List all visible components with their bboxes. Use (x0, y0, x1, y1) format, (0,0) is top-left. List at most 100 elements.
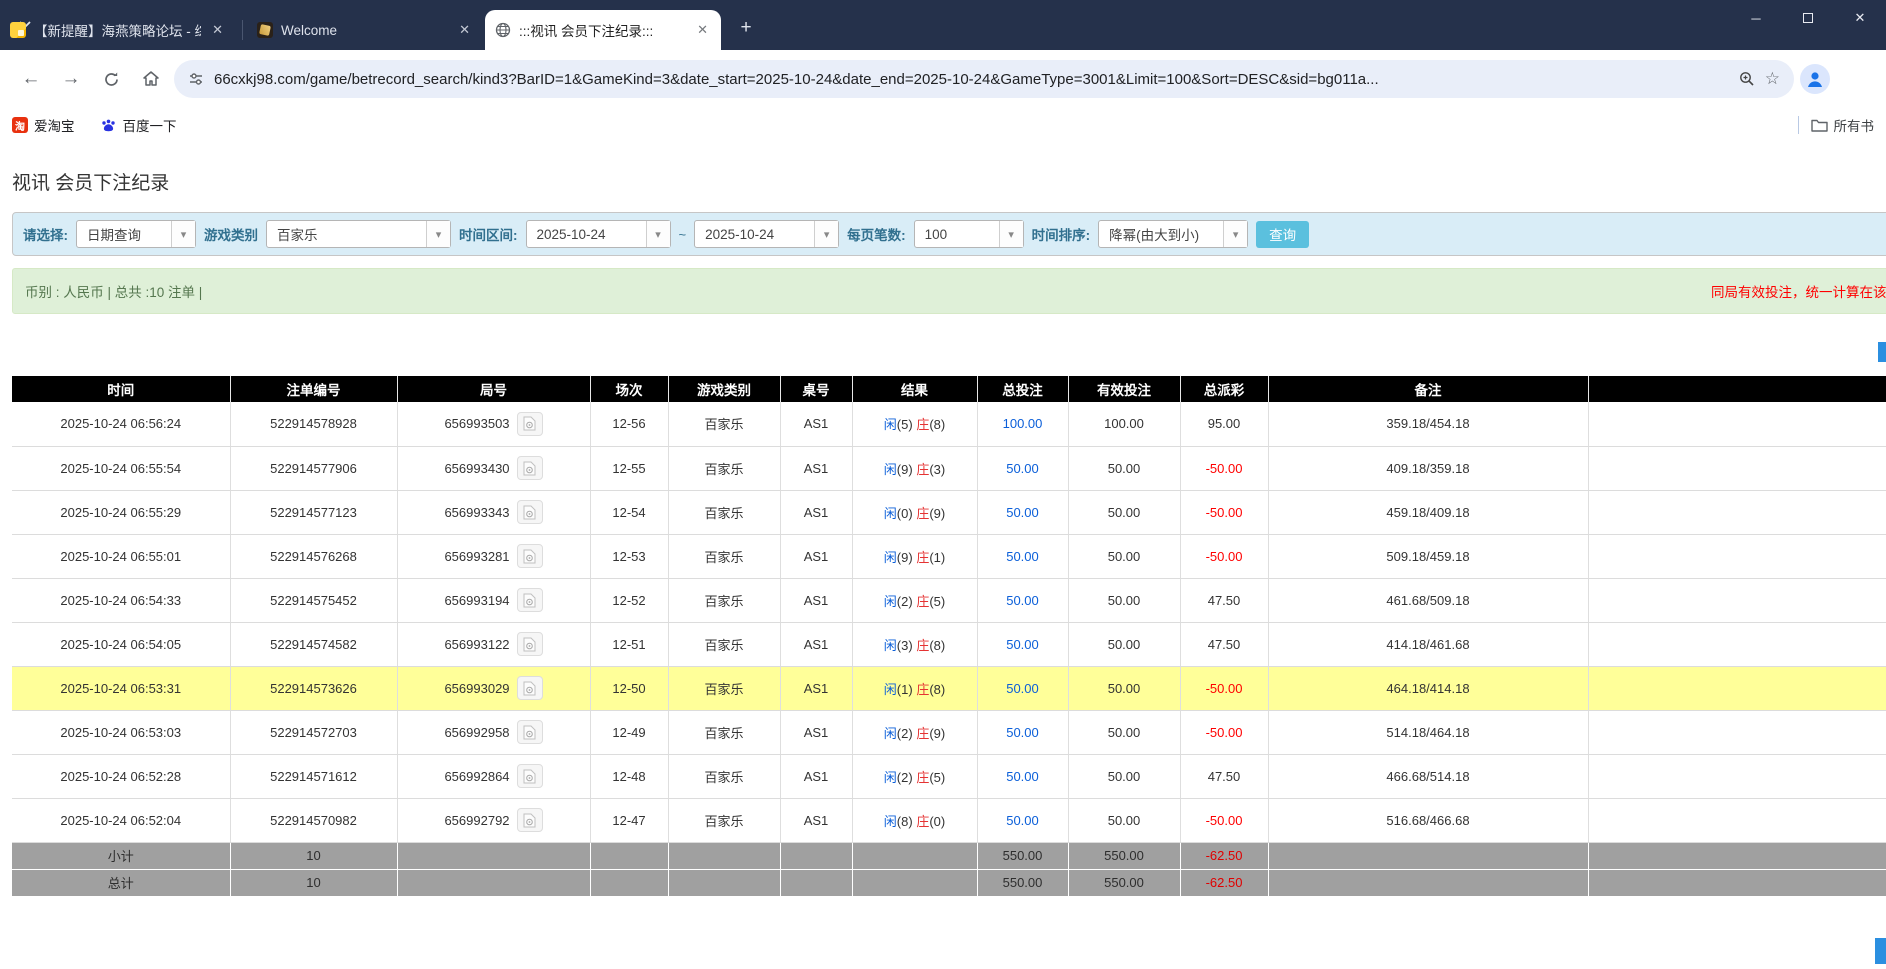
cell-result: 闲(9) 庄(1) (852, 534, 977, 578)
address-bar[interactable]: 66cxkj98.com/game/betrecord_search/kind3… (174, 60, 1794, 98)
cell-table-number: AS1 (780, 534, 852, 578)
video-replay-button[interactable] (517, 456, 543, 480)
cell-result: 闲(3) 庄(8) (852, 622, 977, 666)
cell-round-number: 656993281 (397, 534, 590, 578)
date-end-value: 2025-10-24 (695, 227, 814, 242)
forward-button[interactable]: → (54, 62, 88, 96)
cell-total-bet[interactable]: 50.00 (977, 666, 1068, 710)
bookmark-star-icon[interactable]: ☆ (1765, 69, 1780, 89)
cell-game-type: 百家乐 (668, 402, 780, 446)
grand-total-row: 总计10550.00550.00-62.50 (12, 869, 1886, 896)
cell-total-bet[interactable]: 50.00 (977, 754, 1068, 798)
zoom-icon[interactable] (1739, 71, 1755, 87)
cell-table-number: AS1 (780, 490, 852, 534)
total-bet-link[interactable]: 50.00 (1006, 725, 1039, 740)
total-bet-link[interactable]: 50.00 (1006, 505, 1039, 520)
cell-total-bet[interactable]: 50.00 (977, 490, 1068, 534)
video-replay-button[interactable] (517, 588, 543, 612)
total-bet-link[interactable]: 50.00 (1006, 637, 1039, 652)
cell-total-bet[interactable]: 50.00 (977, 578, 1068, 622)
cell-table-number: AS1 (780, 666, 852, 710)
summary-empty-cell (397, 869, 590, 896)
mode-select[interactable]: 日期查询 ▾ (76, 220, 196, 248)
game-type-label: 游戏类别 (204, 224, 258, 244)
summary-empty-cell (852, 842, 977, 869)
cell-round-number: 656993122 (397, 622, 590, 666)
cell-remark: 466.68/514.18 (1268, 754, 1588, 798)
video-replay-button[interactable] (517, 676, 543, 700)
home-button[interactable] (134, 62, 168, 96)
sort-select[interactable]: 降幂(由大到小) ▾ (1098, 220, 1248, 248)
cell-total-bet[interactable]: 50.00 (977, 710, 1068, 754)
cell-result: 闲(5) 庄(8) (852, 402, 977, 446)
tab-close-icon[interactable]: ✕ (456, 22, 473, 38)
cell-valid-bet: 50.00 (1068, 754, 1180, 798)
cell-session: 12-53 (590, 534, 668, 578)
table-row: 2025-10-24 06:55:29522914577123656993343… (12, 490, 1886, 534)
cell-result: 闲(1) 庄(8) (852, 666, 977, 710)
scroll-button-fragment-top[interactable] (1878, 342, 1886, 362)
tab-title: Welcome (281, 23, 448, 38)
cell-total-bet[interactable]: 50.00 (977, 446, 1068, 490)
url-text[interactable]: 66cxkj98.com/game/betrecord_search/kind3… (214, 71, 1729, 88)
cell-valid-bet: 50.00 (1068, 710, 1180, 754)
cell-bet-id: 522914575452 (230, 578, 397, 622)
cell-valid-bet: 50.00 (1068, 666, 1180, 710)
video-replay-button[interactable] (517, 764, 543, 788)
back-button[interactable]: ← (14, 62, 48, 96)
total-bet-link[interactable]: 50.00 (1006, 549, 1039, 564)
bookmark-taobao[interactable]: 淘 爱淘宝 (12, 115, 75, 135)
cell-total-bet[interactable]: 50.00 (977, 534, 1068, 578)
game-type-select[interactable]: 百家乐 ▾ (266, 220, 451, 248)
cell-time: 2025-10-24 06:53:31 (12, 666, 230, 710)
cell-table-number: AS1 (780, 446, 852, 490)
tab-divider (242, 20, 243, 40)
tab-close-icon[interactable]: ✕ (694, 22, 711, 38)
maximize-button[interactable] (1782, 0, 1834, 36)
video-replay-button[interactable] (517, 720, 543, 744)
date-end-select[interactable]: 2025-10-24 ▾ (694, 220, 839, 248)
total-bet-link[interactable]: 50.00 (1006, 461, 1039, 476)
tab-close-icon[interactable]: ✕ (209, 22, 226, 38)
cell-trailing (1588, 798, 1886, 842)
bookmark-baidu[interactable]: 百度一下 (101, 115, 177, 135)
minimize-button[interactable]: ─ (1730, 0, 1782, 36)
close-window-button[interactable]: ✕ (1834, 0, 1886, 36)
total-bet-link[interactable]: 50.00 (1006, 813, 1039, 828)
summary-payout: -62.50 (1180, 842, 1268, 869)
table-row: 2025-10-24 06:52:04522914570982656992792… (12, 798, 1886, 842)
cell-remark: 461.68/509.18 (1268, 578, 1588, 622)
cell-table-number: AS1 (780, 622, 852, 666)
date-start-select[interactable]: 2025-10-24 ▾ (526, 220, 671, 248)
scroll-button-fragment-bottom[interactable] (1875, 938, 1886, 964)
video-replay-button[interactable] (517, 544, 543, 568)
column-header: 总投注 (977, 376, 1068, 402)
folder-icon (1811, 118, 1828, 132)
tab-bet-records-active[interactable]: :::视讯 会员下注纪录::: ✕ (485, 10, 721, 50)
video-replay-button[interactable] (517, 808, 543, 832)
all-bookmarks-folder[interactable]: 所有书 (1811, 115, 1875, 135)
video-replay-button[interactable] (517, 412, 543, 436)
site-settings-icon[interactable] (188, 71, 204, 87)
cell-remark: 459.18/409.18 (1268, 490, 1588, 534)
page-size-select[interactable]: 100 ▾ (914, 220, 1024, 248)
video-replay-button[interactable] (517, 632, 543, 656)
total-bet-link[interactable]: 50.00 (1006, 769, 1039, 784)
total-bet-link[interactable]: 100.00 (1003, 416, 1043, 431)
column-header: 桌号 (780, 376, 852, 402)
cell-total-bet[interactable]: 50.00 (977, 798, 1068, 842)
tab-forum[interactable]: 【新提醒】海燕策略论坛 - 综合 ✕ (0, 10, 236, 50)
total-bet-link[interactable]: 50.00 (1006, 593, 1039, 608)
cell-total-bet[interactable]: 50.00 (977, 622, 1068, 666)
profile-avatar[interactable] (1800, 64, 1830, 94)
range-separator: ~ (679, 227, 687, 242)
new-tab-button[interactable]: + (733, 16, 759, 42)
total-bet-link[interactable]: 50.00 (1006, 681, 1039, 696)
search-button[interactable]: 查询 (1256, 221, 1309, 248)
sort-label: 时间排序: (1032, 224, 1091, 244)
globe-icon (495, 22, 511, 38)
cell-total-bet[interactable]: 100.00 (977, 402, 1068, 446)
reload-button[interactable] (94, 62, 128, 96)
video-replay-button[interactable] (517, 500, 543, 524)
tab-welcome[interactable]: Welcome ✕ (247, 10, 483, 50)
